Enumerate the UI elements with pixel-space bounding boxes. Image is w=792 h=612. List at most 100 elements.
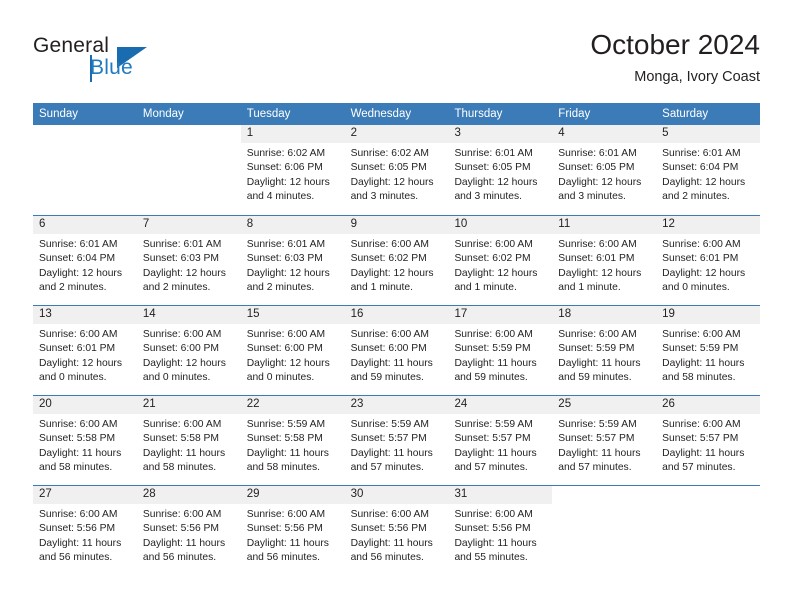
day-number: 7: [136, 216, 241, 234]
day-cell-empty: [552, 486, 657, 575]
sunset-text: Sunset: 6:02 PM: [454, 253, 531, 265]
day-cell[interactable]: 25 Sunrise: 5:59 AM Sunset: 5:57 PM Dayligh…: [552, 396, 657, 485]
day-cell[interactable]: 2 Sunrise: 6:02 AM Sunset: 6:05 PM Daylight…: [344, 125, 449, 215]
day-details: Sunrise: 6:00 AM Sunset: 5:59 PM Daylight:…: [552, 324, 656, 385]
sunset-text: Sunset: 5:56 PM: [246, 523, 323, 535]
day-details: Sunrise: 6:00 AM Sunset: 6:00 PM Daylight:…: [137, 324, 241, 385]
day-details: Sunrise: 6:00 AM Sunset: 6:00 PM Daylight:…: [345, 324, 449, 385]
day-cell[interactable]: 27 Sunrise: 6:00 AM Sunset: 5:56 PM Dayligh…: [33, 486, 137, 575]
day-cell[interactable]: 1 Sunrise: 6:02 AM Sunset: 6:06 PM Daylight…: [240, 125, 345, 215]
daylight-text: Daylight: 12 hours: [246, 176, 330, 188]
day-cell[interactable]: 31 Sunrise: 6:00 AM Sunset: 5:56 PM Dayligh…: [448, 486, 553, 575]
day-cell[interactable]: 11 Sunrise: 6:00 AM Sunset: 6:01 PM Dayligh…: [552, 216, 657, 305]
day-number: [136, 125, 241, 143]
day-cell[interactable]: 23 Sunrise: 5:59 AM Sunset: 5:57 PM Dayligh…: [344, 396, 449, 485]
daylight-text: Daylight: 11 hours: [558, 447, 641, 459]
brand-word-blue: Blue: [90, 56, 133, 79]
sunrise-text: Sunrise: 6:00 AM: [350, 239, 429, 250]
day-cell[interactable]: 14 Sunrise: 6:00 AM Sunset: 6:00 PM Dayligh…: [136, 306, 241, 395]
day-cell[interactable]: 18 Sunrise: 6:00 AM Sunset: 5:59 PM Dayligh…: [552, 306, 657, 395]
sunrise-text: Sunrise: 6:00 AM: [246, 329, 326, 340]
sunrise-text: Sunrise: 6:00 AM: [142, 509, 222, 520]
day-number: 23: [344, 396, 449, 414]
day-details: Sunrise: 6:00 AM Sunset: 5:57 PM Daylight:…: [656, 414, 760, 475]
day-cell[interactable]: 3 Sunrise: 6:01 AM Sunset: 6:05 PM Daylight…: [448, 125, 553, 215]
sunrise-text: Sunrise: 6:00 AM: [662, 419, 741, 430]
day-number: 10: [448, 216, 553, 234]
daylight-text-cont: and 3 minutes.: [454, 190, 522, 202]
day-number: 4: [552, 125, 657, 143]
daylight-text-cont: and 56 minutes.: [39, 551, 113, 563]
daylight-text-cont: and 0 minutes.: [662, 281, 730, 293]
sunset-text: Sunset: 5:58 PM: [39, 433, 116, 445]
day-number: 14: [136, 306, 241, 324]
day-cell[interactable]: 21 Sunrise: 6:00 AM Sunset: 5:58 PM Dayligh…: [136, 396, 241, 485]
page-title: October 2024: [590, 29, 760, 60]
daylight-text: Daylight: 11 hours: [454, 357, 537, 369]
day-cell[interactable]: 5 Sunrise: 6:01 AM Sunset: 6:04 PM Daylight…: [656, 125, 761, 215]
daylight-text: Daylight: 11 hours: [454, 447, 537, 459]
day-cell[interactable]: 6 Sunrise: 6:01 AM Sunset: 6:04 PM Daylight…: [33, 216, 137, 305]
day-number: 30: [344, 486, 449, 504]
day-cell[interactable]: 7 Sunrise: 6:01 AM Sunset: 6:03 PM Daylight…: [136, 216, 241, 305]
daylight-text: Daylight: 11 hours: [350, 537, 433, 549]
day-cell[interactable]: 16 Sunrise: 6:00 AM Sunset: 6:00 PM Dayligh…: [344, 306, 449, 395]
sunset-text: Sunset: 6:03 PM: [246, 253, 323, 265]
day-details: Sunrise: 5:59 AM Sunset: 5:57 PM Daylight:…: [345, 414, 449, 475]
sunset-text: Sunset: 6:00 PM: [246, 343, 323, 355]
day-cell[interactable]: 19 Sunrise: 6:00 AM Sunset: 5:59 PM Dayligh…: [656, 306, 761, 395]
day-cell[interactable]: 12 Sunrise: 6:00 AM Sunset: 6:01 PM Dayligh…: [656, 216, 761, 305]
day-cell[interactable]: 20 Sunrise: 6:00 AM Sunset: 5:58 PM Dayligh…: [33, 396, 137, 485]
day-number: [33, 125, 137, 143]
day-cell[interactable]: 10 Sunrise: 6:00 AM Sunset: 6:02 PM Dayligh…: [448, 216, 553, 305]
sunset-text: Sunset: 6:05 PM: [350, 162, 427, 174]
sunrise-text: Sunrise: 6:00 AM: [454, 239, 533, 250]
day-cell[interactable]: 28 Sunrise: 6:00 AM Sunset: 5:56 PM Dayligh…: [136, 486, 241, 575]
daylight-text-cont: and 59 minutes.: [350, 371, 424, 383]
day-cell[interactable]: 17 Sunrise: 6:00 AM Sunset: 5:59 PM Dayligh…: [448, 306, 553, 395]
day-number: 31: [448, 486, 553, 504]
day-cell[interactable]: 26 Sunrise: 6:00 AM Sunset: 5:57 PM Dayligh…: [656, 396, 761, 485]
daylight-text: Daylight: 11 hours: [39, 447, 122, 459]
day-cell[interactable]: 22 Sunrise: 5:59 AM Sunset: 5:58 PM Dayligh…: [240, 396, 345, 485]
day-cell[interactable]: 8 Sunrise: 6:01 AM Sunset: 6:03 PM Daylight…: [240, 216, 345, 305]
sunrise-text: Sunrise: 6:01 AM: [454, 148, 533, 159]
day-number: 19: [656, 306, 761, 324]
sunset-text: Sunset: 5:57 PM: [662, 433, 739, 445]
daylight-text-cont: and 1 minute.: [350, 281, 413, 293]
day-cell[interactable]: 9 Sunrise: 6:00 AM Sunset: 6:02 PM Daylight…: [344, 216, 449, 305]
weekday-tuesday: Tuesday: [246, 108, 291, 120]
day-cell[interactable]: 24 Sunrise: 5:59 AM Sunset: 5:57 PM Dayligh…: [448, 396, 553, 485]
daylight-text: Daylight: 12 hours: [39, 357, 122, 369]
sunset-text: Sunset: 5:56 PM: [39, 523, 116, 535]
sunset-text: Sunset: 5:58 PM: [246, 433, 323, 445]
day-cell[interactable]: 4 Sunrise: 6:01 AM Sunset: 6:05 PM Daylight…: [552, 125, 657, 215]
day-details: Sunrise: 6:00 AM Sunset: 6:02 PM Daylight:…: [345, 234, 449, 295]
day-cell[interactable]: 15 Sunrise: 6:00 AM Sunset: 6:00 PM Dayligh…: [240, 306, 345, 395]
daylight-text-cont: and 57 minutes.: [558, 461, 632, 473]
daylight-text: Daylight: 11 hours: [662, 357, 745, 369]
sunset-text: Sunset: 5:57 PM: [454, 433, 531, 445]
day-details: Sunrise: 6:00 AM Sunset: 6:02 PM Daylight:…: [448, 234, 552, 295]
day-cell[interactable]: 29 Sunrise: 6:00 AM Sunset: 5:56 PM Dayligh…: [240, 486, 345, 575]
daylight-text-cont: and 58 minutes.: [662, 371, 736, 383]
day-cell[interactable]: 30 Sunrise: 6:00 AM Sunset: 5:56 PM Dayligh…: [344, 486, 449, 575]
sunset-text: Sunset: 5:56 PM: [142, 523, 219, 535]
title-block: October 2024 Monga, Ivory Coast: [590, 28, 760, 87]
sunrise-text: Sunrise: 6:00 AM: [142, 329, 222, 340]
daylight-text-cont: and 58 minutes.: [142, 461, 217, 473]
day-number: 15: [240, 306, 345, 324]
sunset-text: Sunset: 5:59 PM: [558, 343, 635, 355]
general-blue-logo[interactable]: General Blue: [33, 34, 213, 94]
day-number: 21: [136, 396, 241, 414]
daylight-text: Daylight: 12 hours: [39, 267, 122, 279]
sunrise-text: Sunrise: 6:00 AM: [558, 239, 637, 250]
daylight-text: Daylight: 11 hours: [558, 357, 641, 369]
daylight-text-cont: and 57 minutes.: [662, 461, 736, 473]
daylight-text: Daylight: 12 hours: [662, 267, 746, 279]
day-number: 25: [552, 396, 657, 414]
day-cell[interactable]: 13 Sunrise: 6:00 AM Sunset: 6:01 PM Dayligh…: [33, 306, 137, 395]
weekday-saturday: Saturday: [662, 108, 709, 120]
sunset-text: Sunset: 6:05 PM: [454, 162, 531, 174]
day-number: 2: [344, 125, 449, 143]
